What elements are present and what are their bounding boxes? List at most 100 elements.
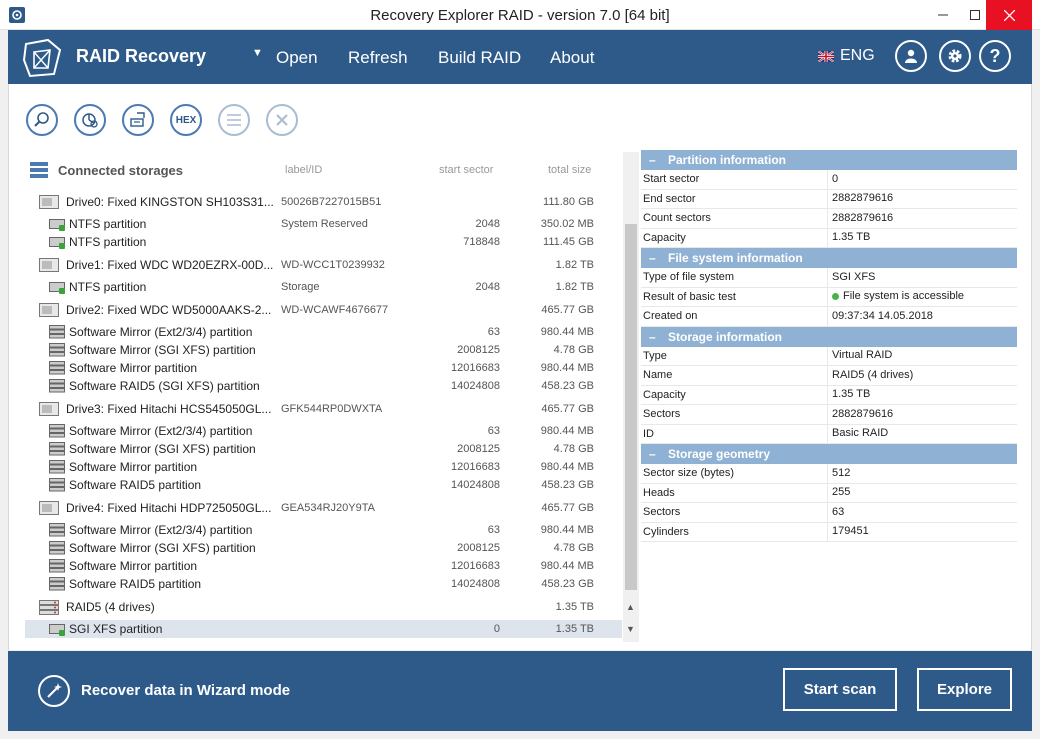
row-name: Software Mirror partition bbox=[69, 559, 198, 573]
info-value: 1.35 TB bbox=[832, 231, 871, 244]
language-selector[interactable]: ENG bbox=[818, 47, 875, 65]
info-section-header[interactable]: – Storage geometry bbox=[641, 444, 1017, 464]
drive-row[interactable]: Drive2: Fixed WDC WD5000AAKS-2... WD-WCAW… bbox=[25, 301, 622, 319]
connected-storages-title: Connected storages bbox=[58, 163, 183, 178]
row-start-sector: 718848 bbox=[463, 236, 500, 248]
wizard-mode-link[interactable]: Recover data in Wizard mode bbox=[81, 682, 290, 699]
info-row: Result of basic test File system is acces… bbox=[641, 287, 1017, 307]
user-icon bbox=[905, 49, 917, 63]
info-row: Name RAID5 (4 drives) bbox=[641, 366, 1017, 386]
collapse-icon: – bbox=[649, 447, 656, 461]
raid-partition-icon bbox=[49, 442, 65, 456]
help-button[interactable]: ? bbox=[979, 40, 1011, 72]
section-title: Storage information bbox=[668, 329, 783, 344]
image-tool-button[interactable] bbox=[122, 104, 154, 136]
info-value: 255 bbox=[832, 486, 851, 499]
remove-tool-button[interactable] bbox=[266, 104, 298, 136]
raid-array-icon bbox=[39, 600, 59, 615]
hex-viewer-button[interactable]: HEX bbox=[170, 104, 202, 136]
partition-row[interactable]: NTFS partition System Reserved 2048 350.02 … bbox=[25, 215, 622, 233]
partition-row[interactable]: Software Mirror (SGI XFS) partition 20081… bbox=[25, 440, 622, 458]
col-total-size: total size bbox=[548, 164, 592, 176]
row-name: Software Mirror partition bbox=[69, 361, 198, 375]
row-label-id: WD-WCAWF4676677 bbox=[281, 304, 389, 316]
raid-row[interactable]: RAID5 (4 drives) 1.35 TB bbox=[25, 598, 622, 616]
partition-row[interactable]: Software Mirror (Ext2/3/4) partition 63 98… bbox=[25, 323, 622, 341]
partition-row[interactable]: Software RAID5 partition 14024808 458.23 G… bbox=[25, 476, 622, 494]
wizard-button[interactable] bbox=[38, 675, 70, 707]
menu-dropdown-arrow[interactable]: ▼ bbox=[252, 47, 263, 59]
row-label-id: GFK544RP0DWXTA bbox=[281, 403, 383, 415]
drive-row[interactable]: Drive3: Fixed Hitachi HCS545050GL... GFK5… bbox=[25, 400, 622, 418]
hard-drive-icon bbox=[39, 258, 59, 272]
start-scan-button[interactable]: Start scan bbox=[783, 668, 897, 711]
raid-partition-icon bbox=[49, 361, 65, 375]
partition-row[interactable]: Software Mirror (Ext2/3/4) partition 63 98… bbox=[25, 422, 622, 440]
row-start-sector: 2008125 bbox=[457, 344, 500, 356]
partition-map-tool-button[interactable] bbox=[74, 104, 106, 136]
explore-button[interactable]: Explore bbox=[917, 668, 1012, 711]
info-key: Sector size (bytes) bbox=[641, 464, 828, 483]
account-button[interactable] bbox=[895, 40, 927, 72]
menu-about[interactable]: About bbox=[550, 48, 594, 68]
row-name: NTFS partition bbox=[69, 217, 147, 231]
info-row: Created on 09:37:34 14.05.2018 bbox=[641, 307, 1017, 327]
row-name: Drive0: Fixed KINGSTON SH103S31... bbox=[66, 195, 274, 209]
info-section-header[interactable]: – File system information bbox=[641, 248, 1017, 268]
partition-row[interactable]: Software RAID5 partition 14024808 458.23 G… bbox=[25, 575, 622, 593]
partition-row[interactable]: SGI XFS partition 0 1.35 TB bbox=[25, 620, 622, 638]
close-window-button[interactable] bbox=[986, 0, 1032, 30]
partition-row[interactable]: Software Mirror partition 12016683 980.44 … bbox=[25, 359, 622, 377]
question-icon: ? bbox=[989, 45, 1001, 66]
info-section-header[interactable]: – Partition information bbox=[641, 150, 1017, 170]
partition-row[interactable]: Software Mirror partition 12016683 980.44 … bbox=[25, 458, 622, 476]
drive-row[interactable]: Drive1: Fixed WDC WD20EZRX-00D... WD-WCC1… bbox=[25, 256, 622, 274]
partition-row[interactable]: Software Mirror (Ext2/3/4) partition 63 98… bbox=[25, 521, 622, 539]
row-start-sector: 63 bbox=[487, 524, 500, 536]
scroll-up-arrow-icon[interactable]: ▲ bbox=[626, 602, 635, 612]
search-tool-button[interactable] bbox=[26, 104, 58, 136]
row-start-sector: 2008125 bbox=[457, 542, 500, 554]
maximize-icon bbox=[970, 10, 980, 20]
collapse-icon: – bbox=[649, 153, 656, 167]
raid-logo-icon bbox=[22, 38, 62, 78]
partition-row[interactable]: NTFS partition 718848 111.45 GB bbox=[25, 233, 622, 251]
list-tool-button[interactable] bbox=[218, 104, 250, 136]
scrollbar-thumb[interactable] bbox=[625, 224, 637, 590]
search-icon bbox=[34, 112, 49, 127]
info-row: Sectors 2882879616 bbox=[641, 405, 1017, 425]
menu-refresh[interactable]: Refresh bbox=[348, 48, 408, 68]
row-label-id: 50026B7227015B51 bbox=[281, 196, 382, 208]
row-name: Software Mirror (Ext2/3/4) partition bbox=[69, 523, 253, 537]
menu-build-raid[interactable]: Build RAID bbox=[438, 48, 521, 68]
row-total-size: 1.35 TB bbox=[555, 623, 594, 635]
row-name: Software RAID5 partition bbox=[69, 478, 202, 492]
drive-row[interactable]: Drive0: Fixed KINGSTON SH103S31... 50026B… bbox=[25, 193, 622, 211]
hard-drive-icon bbox=[39, 303, 59, 317]
row-start-sector: 0 bbox=[493, 623, 500, 635]
row-total-size: 980.44 MB bbox=[540, 425, 594, 437]
row-start-sector: 14024808 bbox=[451, 479, 500, 491]
row-label-id: System Reserved bbox=[281, 218, 368, 230]
row-name: SGI XFS partition bbox=[69, 622, 163, 636]
row-start-sector: 12016683 bbox=[451, 362, 500, 374]
info-key: Heads bbox=[641, 483, 828, 502]
scroll-down-arrow-icon[interactable]: ▼ bbox=[626, 624, 635, 634]
collapse-icon: – bbox=[649, 251, 656, 265]
partition-row[interactable]: Software RAID5 (SGI XFS) partition 140248… bbox=[25, 377, 622, 395]
raid-partition-icon bbox=[49, 478, 65, 492]
partition-row[interactable]: Software Mirror (SGI XFS) partition 20081… bbox=[25, 341, 622, 359]
settings-button[interactable] bbox=[939, 40, 971, 72]
row-label-id: Storage bbox=[281, 281, 320, 293]
drive-row[interactable]: Drive4: Fixed Hitachi HDP725050GL... GEA5… bbox=[25, 499, 622, 517]
status-ok-icon bbox=[832, 293, 839, 301]
tree-header: Connected storages label/ID start sector… bbox=[25, 152, 622, 186]
row-start-sector: 12016683 bbox=[451, 560, 500, 572]
tree-scrollbar[interactable]: ▲ ▼ bbox=[623, 152, 639, 642]
partition-row[interactable]: Software Mirror partition 12016683 980.44 … bbox=[25, 557, 622, 575]
info-row: Count sectors 2882879616 bbox=[641, 209, 1017, 229]
menu-open[interactable]: Open bbox=[276, 48, 318, 68]
partition-row[interactable]: NTFS partition Storage 2048 1.82 TB bbox=[25, 278, 622, 296]
info-section-header[interactable]: – Storage information bbox=[641, 326, 1017, 347]
partition-row[interactable]: Software Mirror (SGI XFS) partition 20081… bbox=[25, 539, 622, 557]
